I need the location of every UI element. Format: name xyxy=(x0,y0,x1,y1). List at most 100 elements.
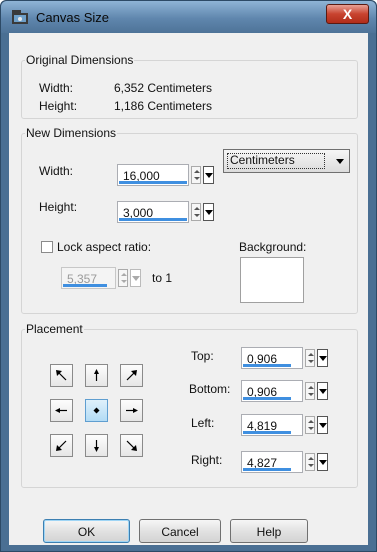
aspect-ratio-suffix: to 1 xyxy=(152,271,173,285)
units-select[interactable]: Centimeters xyxy=(223,149,350,173)
spin-up-icon xyxy=(194,170,200,173)
new-dimensions-legend: New Dimensions xyxy=(26,126,117,140)
app-icon xyxy=(12,10,28,24)
title-bar[interactable]: Canvas Size X xyxy=(1,1,376,33)
aspect-ratio-input: 5,357 xyxy=(61,267,116,289)
aspect-ratio-spin-arrows xyxy=(118,269,128,287)
spin-down-icon xyxy=(194,214,200,217)
placement-top-right-button[interactable] xyxy=(120,364,143,387)
aspect-ratio-stepper: 5,357 xyxy=(61,267,153,289)
left-dropdown[interactable] xyxy=(317,416,328,434)
spin-down-icon xyxy=(308,464,314,467)
close-icon: X xyxy=(342,6,353,22)
bottom-input[interactable]: 0,906 xyxy=(241,380,303,402)
spin-up-icon xyxy=(121,273,127,276)
top-indicator xyxy=(243,364,291,367)
help-button-label: Help xyxy=(256,525,282,539)
chevron-down-icon xyxy=(319,423,327,428)
arrow-up-right-icon xyxy=(126,370,137,381)
aspect-ratio-dropdown xyxy=(130,269,141,287)
ok-button[interactable]: OK xyxy=(43,519,130,543)
left-spin-arrows[interactable] xyxy=(305,416,315,434)
placement-center-button[interactable] xyxy=(85,399,108,422)
new-height-indicator xyxy=(119,218,187,221)
bottom-dropdown[interactable] xyxy=(317,382,328,400)
canvas-size-dialog: Canvas Size X Original Dimensions Width:… xyxy=(0,0,377,552)
spin-up-icon xyxy=(308,457,314,460)
lock-aspect-ratio-checkbox[interactable] xyxy=(41,241,53,253)
background-color-swatch[interactable] xyxy=(240,257,304,303)
top-stepper[interactable]: 0,906 xyxy=(241,347,329,369)
arrow-left-icon xyxy=(55,408,67,413)
right-stepper[interactable]: 4,827 xyxy=(241,451,329,473)
new-width-input[interactable]: 16,000 xyxy=(117,164,189,186)
spin-down-icon xyxy=(121,280,127,283)
bottom-indicator xyxy=(243,397,291,400)
chevron-down-icon xyxy=(319,389,327,394)
left-indicator xyxy=(243,431,291,434)
spin-up-icon xyxy=(308,386,314,389)
bottom-label: Bottom: xyxy=(189,382,231,396)
left-label: Left: xyxy=(191,416,215,430)
chevron-down-icon xyxy=(319,460,327,465)
placement-top-left-button[interactable] xyxy=(50,364,73,387)
top-spin-arrows[interactable] xyxy=(305,349,315,367)
spin-up-icon xyxy=(194,207,200,210)
original-width-value: 6,352 Centimeters xyxy=(114,81,213,95)
placement-bottom-button[interactable] xyxy=(85,434,108,457)
new-width-dropdown[interactable] xyxy=(203,166,214,184)
new-width-spin-arrows[interactable] xyxy=(191,166,201,184)
spin-down-icon xyxy=(194,177,200,180)
new-width-label: Width: xyxy=(39,164,74,178)
new-height-dropdown[interactable] xyxy=(203,203,214,221)
background-label: Background: xyxy=(239,240,307,254)
units-value: Centimeters xyxy=(230,153,295,167)
arrow-down-left-icon xyxy=(56,440,67,451)
left-stepper[interactable]: 4,819 xyxy=(241,414,329,436)
right-input[interactable]: 4,827 xyxy=(241,451,303,473)
top-dropdown[interactable] xyxy=(317,349,328,367)
spin-up-icon xyxy=(308,353,314,356)
chevron-down-icon xyxy=(319,356,327,361)
cancel-button[interactable]: Cancel xyxy=(139,519,221,543)
arrow-down-right-icon xyxy=(126,440,137,451)
placement-top-button[interactable] xyxy=(85,364,108,387)
spin-down-icon xyxy=(308,427,314,430)
placement-bottom-right-button[interactable] xyxy=(120,434,143,457)
placement-bottom-left-button[interactable] xyxy=(50,434,73,457)
chevron-down-icon xyxy=(132,276,140,281)
original-height-label: Height: xyxy=(39,99,78,113)
bottom-stepper[interactable]: 0,906 xyxy=(241,380,329,402)
placement-right-button[interactable] xyxy=(120,399,143,422)
right-dropdown[interactable] xyxy=(317,453,328,471)
top-input[interactable]: 0,906 xyxy=(241,347,303,369)
right-label: Right: xyxy=(191,453,223,467)
left-input[interactable]: 4,819 xyxy=(241,414,303,436)
chevron-down-icon xyxy=(336,159,344,164)
chevron-down-icon xyxy=(205,210,213,215)
new-width-stepper[interactable]: 16,000 xyxy=(117,164,219,186)
center-dot-icon xyxy=(93,407,100,414)
lock-aspect-ratio-label: Lock aspect ratio: xyxy=(57,240,152,254)
placement-left-button[interactable] xyxy=(50,399,73,422)
close-button[interactable]: X xyxy=(326,4,369,24)
help-button[interactable]: Help xyxy=(230,519,308,543)
window-title: Canvas Size xyxy=(36,10,109,25)
original-width-label: Width: xyxy=(39,81,74,95)
spin-down-icon xyxy=(308,360,314,363)
placement-legend: Placement xyxy=(26,322,83,336)
new-height-spin-arrows[interactable] xyxy=(191,203,201,221)
bottom-spin-arrows[interactable] xyxy=(305,382,315,400)
ok-button-label: OK xyxy=(77,525,96,539)
original-dimensions-legend: Original Dimensions xyxy=(26,53,134,67)
new-height-input[interactable]: 3,000 xyxy=(117,201,189,223)
arrow-right-icon xyxy=(126,408,138,413)
original-height-value: 1,186 Centimeters xyxy=(114,99,213,113)
cancel-button-label: Cancel xyxy=(161,525,199,539)
new-width-indicator xyxy=(119,181,187,184)
new-height-label: Height: xyxy=(39,200,78,214)
aspect-ratio-indicator xyxy=(63,284,107,287)
right-spin-arrows[interactable] xyxy=(305,453,315,471)
top-label: Top: xyxy=(191,349,214,363)
new-height-stepper[interactable]: 3,000 xyxy=(117,201,219,223)
